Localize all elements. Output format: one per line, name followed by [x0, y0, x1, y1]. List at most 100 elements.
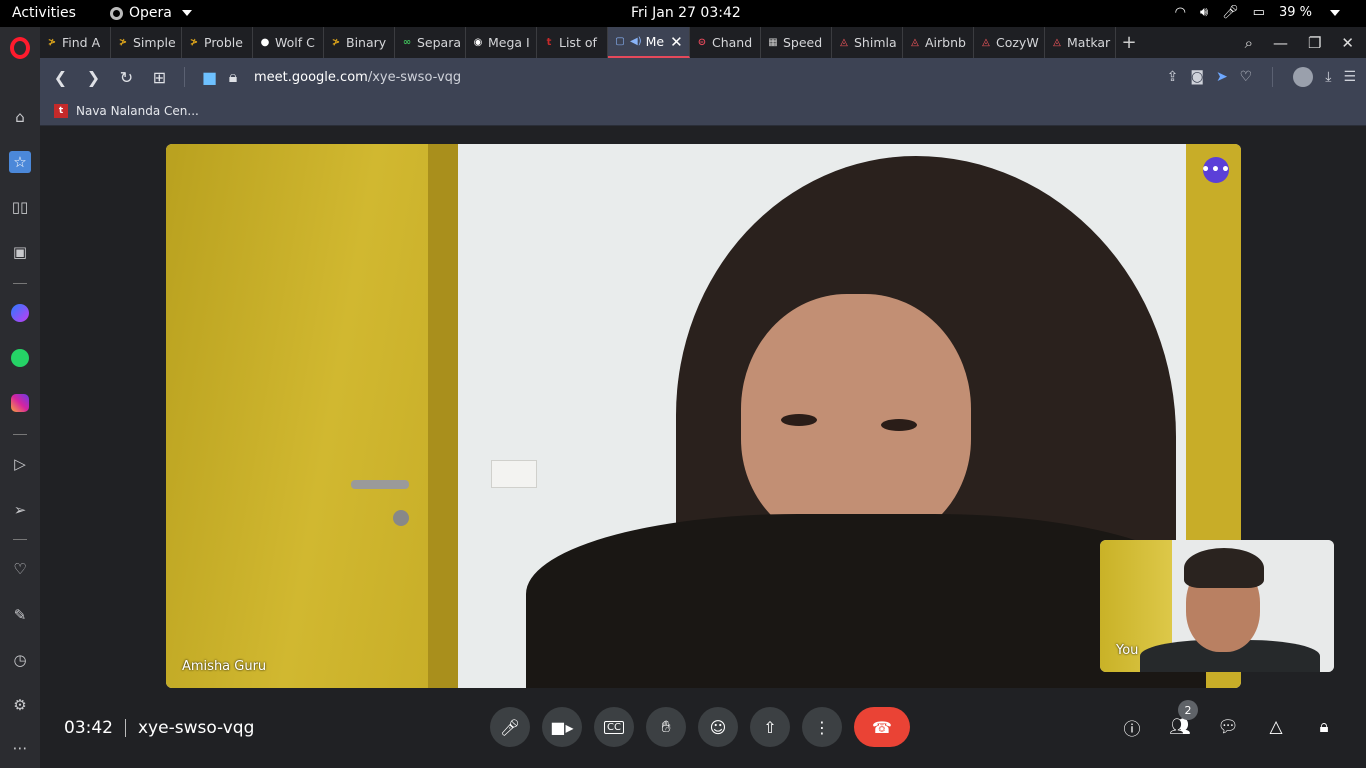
video-camera-icon: ■▸	[550, 717, 574, 737]
browser-tab[interactable]: ◉ Mega I	[466, 27, 537, 58]
people-button[interactable]: 👥︎ 2	[1168, 700, 1198, 742]
whatsapp-icon[interactable]	[9, 347, 31, 369]
url-path: /xye-swso-vqg	[367, 69, 462, 85]
workspace-briefcase-icon[interactable]: ▣	[9, 241, 31, 263]
meeting-divider	[125, 719, 126, 737]
tab-favicon-icon: ●	[260, 37, 270, 48]
sidebar-divider	[13, 434, 27, 435]
history-clock-icon[interactable]: ◷	[9, 649, 31, 671]
lock-icon[interactable]: 🔒︎	[226, 67, 240, 87]
info-icon: ⓘ	[1123, 719, 1141, 740]
reload-icon[interactable]: ↻	[110, 68, 143, 87]
bookmark-favicon-icon: t	[54, 103, 68, 118]
tab-label: Chand	[712, 35, 753, 50]
camera-indicator-icon[interactable]: ■	[193, 68, 226, 87]
home-icon[interactable]: ⌂	[9, 106, 31, 128]
tab-label: Mega I	[488, 35, 530, 50]
more-options-button[interactable]: ⋮	[802, 707, 842, 747]
profile-avatar[interactable]	[1293, 67, 1314, 87]
sidebar-divider	[13, 539, 27, 540]
back-icon[interactable]: ❮	[44, 68, 77, 87]
more-vert-icon: ⋮	[814, 717, 830, 737]
wifi-icon: ◠	[1174, 5, 1186, 20]
tab-label: Separa	[417, 35, 462, 50]
tab-favicon-icon: ◉	[473, 37, 483, 48]
present-button[interactable]: ⇧	[750, 707, 790, 747]
send-to-flow-icon[interactable]: ➤	[1216, 69, 1228, 85]
browser-tab[interactable]: ◬ Shimla	[832, 27, 903, 58]
raise-hand-button[interactable]: ✋︎	[646, 707, 686, 747]
messenger-icon[interactable]	[9, 302, 31, 324]
system-clock[interactable]: Fri Jan 27 03:42	[631, 5, 741, 21]
search-tabs-icon[interactable]: ⌕	[1245, 34, 1253, 52]
hand-icon: ✋︎	[661, 717, 671, 736]
browser-tab[interactable]: ≯ Find A	[40, 27, 111, 58]
browser-tab[interactable]: ▦ Speed	[761, 27, 832, 58]
close-icon[interactable]: ✕	[1341, 34, 1354, 52]
browser-tab[interactable]: ⊝ Chand	[690, 27, 761, 58]
self-video-tile[interactable]: You	[1100, 540, 1334, 672]
browser-tab[interactable]: ≯ Proble	[182, 27, 253, 58]
more-icon[interactable]: ⋯	[9, 737, 31, 759]
tab-audio-icon[interactable]: ◀)	[630, 36, 642, 47]
app-menu[interactable]: Opera	[110, 5, 192, 21]
heart-icon[interactable]: ♡	[9, 558, 31, 580]
browser-tab[interactable]: ◬ CozyW	[974, 27, 1045, 58]
speed-dial-icon[interactable]: ☆	[9, 151, 31, 173]
tab-label: Matkar	[1067, 35, 1111, 50]
tab-favicon-icon: ◬	[840, 37, 848, 48]
more-options-icon[interactable]: •••	[1201, 157, 1230, 183]
activities-button[interactable]: Activities	[12, 5, 76, 21]
opera-app-icon	[110, 6, 123, 20]
browser-tab[interactable]: ▢ ◀) Me ✕	[608, 27, 690, 58]
new-tab-icon[interactable]: +	[1116, 32, 1142, 53]
host-controls-button[interactable]: 🔒︎	[1312, 712, 1336, 742]
browser-tab[interactable]: t List of	[537, 27, 608, 58]
edit-icon[interactable]: ✎	[9, 604, 31, 626]
opera-logo-icon[interactable]	[10, 37, 30, 59]
snapshot-camera-icon[interactable]: ◙	[1190, 69, 1204, 85]
heart-icon[interactable]: ♡	[1240, 69, 1253, 85]
browser-tab[interactable]: ● Wolf C	[253, 27, 324, 58]
minimize-icon[interactable]: —	[1273, 34, 1288, 52]
restore-icon[interactable]: ❐	[1308, 34, 1321, 52]
easy-setup-icon[interactable]: ☰	[1343, 69, 1356, 85]
tab-grid-icon[interactable]: ⊞	[143, 68, 176, 87]
send-icon[interactable]: ➢	[9, 499, 31, 521]
browser-tab[interactable]: ≯ Binary	[324, 27, 395, 58]
bookmark-item[interactable]: Nava Nalanda Cen...	[76, 104, 199, 118]
settings-gear-icon[interactable]: ⚙	[9, 694, 31, 716]
browser-tab[interactable]: ∞ Separa	[395, 27, 466, 58]
close-tab-icon[interactable]: ✕	[670, 33, 683, 51]
bookmarks-bar: t Nava Nalanda Cen...	[40, 96, 1366, 126]
system-tray[interactable]: ◠ 🔊︎ 🎤︎ ▭ 39 %	[1175, 5, 1340, 20]
browser-tab[interactable]: ≯ Simple	[111, 27, 182, 58]
microphone-button[interactable]: 🎤︎	[490, 707, 530, 747]
reactions-button[interactable]: ☺	[698, 707, 738, 747]
url-field[interactable]: meet.google.com/xye-swso-vqg	[254, 70, 461, 85]
end-call-button[interactable]: ☎	[854, 707, 910, 747]
participant-video-tile[interactable]: ••• Amisha Guru	[166, 144, 1241, 688]
player-icon[interactable]: ▷	[9, 453, 31, 475]
activities-button[interactable]: △	[1264, 712, 1288, 742]
browser-tab[interactable]: ◬ Matkar	[1045, 27, 1116, 58]
instagram-icon[interactable]	[9, 392, 31, 414]
participant-count-badge: 2	[1178, 700, 1198, 720]
tab-favicon-icon: ◬	[911, 37, 919, 48]
participant-eye	[781, 414, 817, 426]
forward-icon[interactable]: ❯	[77, 68, 110, 87]
browser-tab[interactable]: ◬ Airbnb	[903, 27, 974, 58]
address-actions: ⇪ ◙ ➤ ♡ ⤓ ☰	[1167, 58, 1356, 96]
meet-page: ••• Amisha Guru You 03:42 xye-swso-vqg 🎤…	[40, 127, 1366, 768]
share-icon[interactable]: ⇪	[1167, 69, 1179, 85]
chat-button[interactable]: 💬︎	[1216, 712, 1240, 742]
opera-sidebar: ⌂ ☆ ▯▯ ▣ ▷ ➢ ♡ ✎ ◷ ⚙ ⋯	[0, 27, 40, 768]
camera-button[interactable]: ■▸	[542, 707, 582, 747]
battery-icon: ▭	[1252, 5, 1265, 20]
tab-favicon-icon: ⊝	[697, 37, 707, 48]
download-icon[interactable]: ⤓	[1325, 69, 1331, 85]
video-background	[491, 460, 537, 488]
meeting-info-button[interactable]: ⓘ	[1120, 712, 1144, 742]
captions-button[interactable]: CC	[594, 707, 634, 747]
bookmarks-book-icon[interactable]: ▯▯	[9, 196, 31, 218]
